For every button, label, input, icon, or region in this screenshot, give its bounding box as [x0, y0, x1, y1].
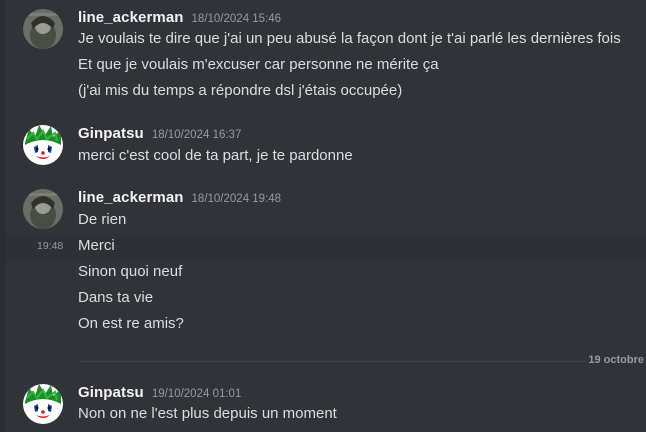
message-text: Non on ne l'est plus depuis un moment	[78, 405, 337, 422]
line-ackerman-avatar[interactable]	[23, 9, 63, 49]
message-text: merci c'est cool de ta part, je te pardo…	[78, 147, 353, 164]
username[interactable]: Ginpatsu	[78, 125, 144, 142]
message-text: De rien	[78, 211, 127, 228]
message-header: line_ackerman 18/10/2024 15:46	[78, 9, 281, 26]
message-text: (j'ai mis du temps a répondre dsl j'étai…	[78, 82, 403, 99]
timestamp[interactable]: 18/10/2024 16:37	[152, 129, 242, 141]
timestamp[interactable]: 19/10/2024 01:01	[152, 388, 242, 400]
message-text: Et que je voulais m'excuser car personne…	[78, 56, 439, 73]
message-text: On est re amis?	[78, 315, 184, 332]
timestamp[interactable]: 18/10/2024 15:46	[192, 13, 282, 25]
date-divider-line	[78, 361, 586, 362]
message-header: line_ackerman 18/10/2024 19:48	[78, 189, 281, 206]
message-text: Merci	[78, 237, 115, 254]
ginpatsu-avatar[interactable]	[23, 125, 63, 165]
timestamp[interactable]: 18/10/2024 19:48	[192, 193, 282, 205]
username[interactable]: Ginpatsu	[78, 384, 144, 401]
username[interactable]: line_ackerman	[78, 189, 184, 206]
hover-timestamp[interactable]: 19:48	[37, 236, 63, 256]
message-list: line_ackerman 18/10/2024 15:46 Je voulai…	[6, 0, 646, 432]
date-divider-label: 19 octobre	[588, 354, 644, 366]
ginpatsu-avatar[interactable]	[23, 384, 63, 424]
message-header: Ginpatsu 19/10/2024 01:01	[78, 384, 241, 401]
username[interactable]: line_ackerman	[78, 9, 184, 26]
message-text: Dans ta vie	[78, 289, 154, 306]
line-ackerman-avatar[interactable]	[23, 189, 63, 229]
message-text: Je voulais te dire que j'ai un peu abusé…	[78, 30, 621, 47]
message-header: Ginpatsu 18/10/2024 16:37	[78, 125, 241, 142]
message-text: Sinon quoi neuf	[78, 263, 183, 280]
